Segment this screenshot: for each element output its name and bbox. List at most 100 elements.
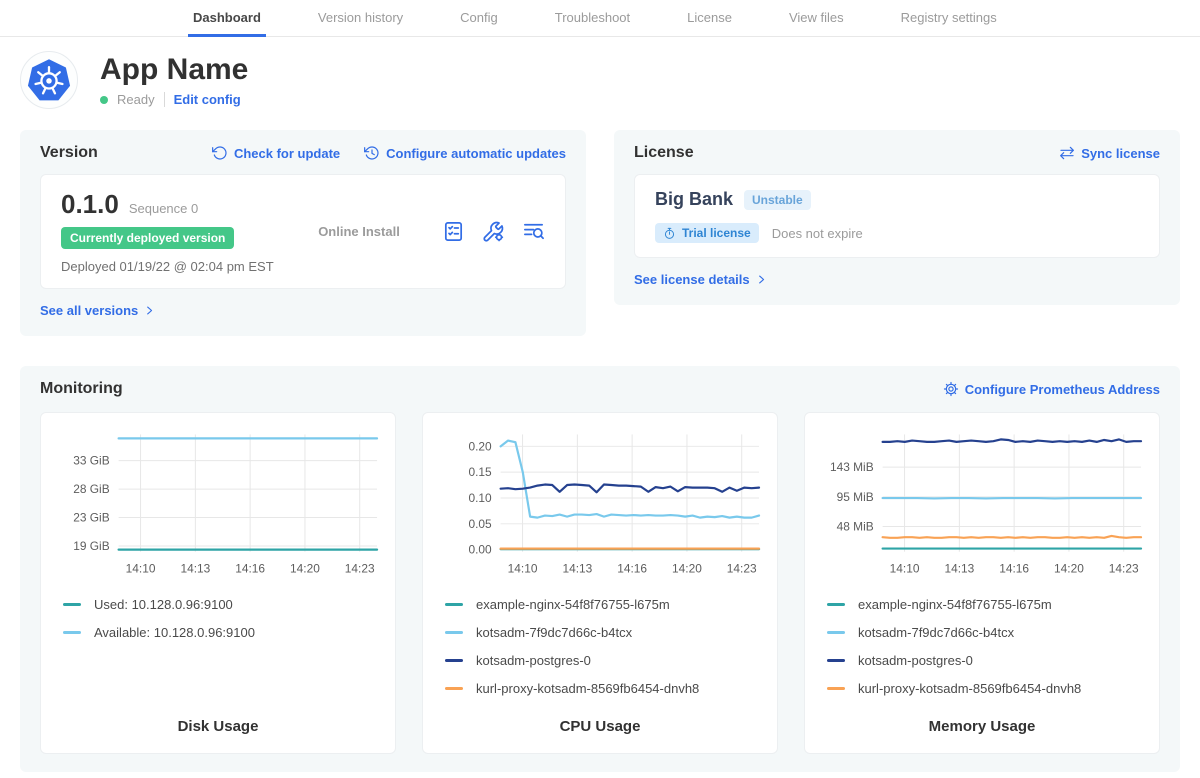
- legend-item: Available: 10.128.0.96:9100: [63, 625, 383, 640]
- svg-text:48 MiB: 48 MiB: [837, 519, 874, 533]
- svg-text:28 GiB: 28 GiB: [73, 482, 109, 496]
- disk-usage-legend: Used: 10.128.0.96:9100 Available: 10.128.…: [53, 597, 383, 640]
- svg-text:14:20: 14:20: [290, 562, 320, 576]
- legend-label: kotsadm-7f9dc7d66c-b4tcx: [476, 625, 632, 640]
- disk-usage-chart: 14:10 14:13 14:16 14:20 14:23 19 GiB 23 GiB 28 …: [53, 425, 383, 585]
- svg-text:14:16: 14:16: [999, 562, 1029, 576]
- legend-label: example-nginx-54f8f76755-l675m: [858, 597, 1052, 612]
- svg-text:14:20: 14:20: [1054, 562, 1084, 576]
- svg-text:95 MiB: 95 MiB: [837, 490, 874, 504]
- legend-item: kotsadm-7f9dc7d66c-b4tcx: [827, 625, 1147, 640]
- status-badge: Ready: [117, 92, 155, 107]
- svg-text:14:10: 14:10: [126, 562, 156, 576]
- edit-config-button[interactable]: [482, 220, 505, 243]
- legend-color-dash: [63, 631, 81, 634]
- tab-license[interactable]: License: [682, 0, 737, 37]
- legend-item: kotsadm-7f9dc7d66c-b4tcx: [445, 625, 765, 640]
- svg-text:19 GiB: 19 GiB: [73, 539, 109, 553]
- svg-text:143 MiB: 143 MiB: [830, 460, 874, 474]
- legend-item: kotsadm-postgres-0: [445, 653, 765, 668]
- svg-text:14:13: 14:13: [180, 562, 210, 576]
- preflight-checklist-icon: [442, 220, 465, 243]
- edit-config-link[interactable]: Edit config: [174, 92, 241, 107]
- see-license-details-link[interactable]: See license details: [634, 272, 767, 287]
- deploy-logs-button[interactable]: [522, 220, 545, 243]
- license-card-title: License: [634, 144, 694, 162]
- version-number: 0.1.0: [61, 189, 119, 220]
- cpu-usage-legend: example-nginx-54f8f76755-l675m kotsadm-7f…: [435, 597, 765, 696]
- tab-registry-settings[interactable]: Registry settings: [896, 0, 1002, 37]
- svg-text:14:16: 14:16: [235, 562, 265, 576]
- sync-arrows-icon: [1059, 145, 1075, 161]
- tab-config[interactable]: Config: [455, 0, 503, 37]
- deployed-badge: Currently deployed version: [61, 227, 234, 249]
- cpu-usage-title: CPU Usage: [435, 718, 765, 737]
- deployed-timestamp: Deployed 01/19/22 @ 02:04 pm EST: [61, 259, 276, 274]
- page-title: App Name: [100, 53, 248, 86]
- tab-dashboard[interactable]: Dashboard: [188, 0, 266, 37]
- legend-color-dash: [827, 659, 845, 662]
- chevron-right-icon: [756, 274, 767, 285]
- legend-color-dash: [445, 603, 463, 606]
- legend-label: kotsadm-7f9dc7d66c-b4tcx: [858, 625, 1014, 640]
- legend-label: Available: 10.128.0.96:9100: [94, 625, 255, 640]
- tab-version-history[interactable]: Version history: [313, 0, 408, 37]
- legend-label: kotsadm-postgres-0: [858, 653, 973, 668]
- svg-text:14:23: 14:23: [727, 562, 757, 576]
- legend-label: example-nginx-54f8f76755-l675m: [476, 597, 670, 612]
- sequence-label: Sequence 0: [129, 201, 198, 216]
- svg-text:14:10: 14:10: [890, 562, 920, 576]
- version-card-title: Version: [40, 144, 98, 162]
- legend-color-dash: [827, 687, 845, 690]
- memory-usage-legend: example-nginx-54f8f76755-l675m kotsadm-7f…: [817, 597, 1147, 696]
- cpu-usage-panel: 14:1014:1314:1614:2014:230.000.050.100.1…: [422, 412, 778, 754]
- svg-text:14:13: 14:13: [944, 562, 974, 576]
- sync-license-button[interactable]: Sync license: [1059, 145, 1160, 161]
- legend-color-dash: [63, 603, 81, 606]
- channel-badge: Unstable: [744, 190, 811, 210]
- app-header: App Name Ready Edit config: [20, 51, 1180, 109]
- monitoring-card: Monitoring Configure Prometheus Address …: [20, 366, 1180, 772]
- tab-troubleshoot[interactable]: Troubleshoot: [550, 0, 635, 37]
- version-card: Version Check for update Configure autom…: [20, 130, 586, 336]
- tab-view-files[interactable]: View files: [784, 0, 849, 37]
- svg-text:14:23: 14:23: [345, 562, 375, 576]
- wrench-gear-icon: [482, 220, 505, 243]
- divider: [164, 92, 165, 107]
- check-for-update-button[interactable]: Check for update: [212, 145, 340, 161]
- svg-text:23 GiB: 23 GiB: [73, 511, 109, 525]
- license-panel: Big Bank Unstable Trial license Does not…: [634, 174, 1160, 258]
- svg-text:0.20: 0.20: [468, 439, 492, 453]
- kubernetes-icon: [26, 57, 72, 103]
- svg-text:0.05: 0.05: [468, 517, 492, 531]
- configure-prometheus-button[interactable]: Configure Prometheus Address: [943, 381, 1160, 397]
- legend-label: kurl-proxy-kotsadm-8569fb6454-dnvh8: [858, 681, 1081, 696]
- memory-usage-chart: 14:10 14:13 14:16 14:20 14:23 48 MiB 95 MiB 143…: [817, 425, 1147, 585]
- svg-text:14:13: 14:13: [562, 562, 592, 576]
- expiry-label: Does not expire: [772, 226, 863, 241]
- svg-text:0.00: 0.00: [468, 543, 492, 557]
- svg-text:14:16: 14:16: [617, 562, 647, 576]
- current-version-panel: 0.1.0 Sequence 0 Currently deployed vers…: [40, 174, 566, 289]
- legend-label: kurl-proxy-kotsadm-8569fb6454-dnvh8: [476, 681, 699, 696]
- customer-name: Big Bank: [655, 189, 733, 210]
- svg-text:33 GiB: 33 GiB: [73, 454, 109, 468]
- install-type-label: Online Install: [276, 224, 442, 239]
- rotate-ccw-icon: [212, 145, 228, 161]
- legend-label: kotsadm-postgres-0: [476, 653, 591, 668]
- legend-color-dash: [827, 631, 845, 634]
- legend-item: example-nginx-54f8f76755-l675m: [827, 597, 1147, 612]
- license-card: License Sync license Big Bank Unstable: [614, 130, 1180, 305]
- legend-color-dash: [445, 659, 463, 662]
- see-all-versions-link[interactable]: See all versions: [40, 303, 155, 318]
- configure-automatic-updates-button[interactable]: Configure automatic updates: [364, 145, 566, 161]
- legend-item: Used: 10.128.0.96:9100: [63, 597, 383, 612]
- view-logs-icon: [522, 220, 545, 243]
- preflight-checks-button[interactable]: [442, 220, 465, 243]
- disk-usage-title: Disk Usage: [53, 718, 383, 737]
- app-logo: [20, 51, 78, 109]
- svg-text:14:23: 14:23: [1109, 562, 1139, 576]
- legend-item: kurl-proxy-kotsadm-8569fb6454-dnvh8: [445, 681, 765, 696]
- status-dot: [100, 96, 108, 104]
- svg-text:14:10: 14:10: [508, 562, 538, 576]
